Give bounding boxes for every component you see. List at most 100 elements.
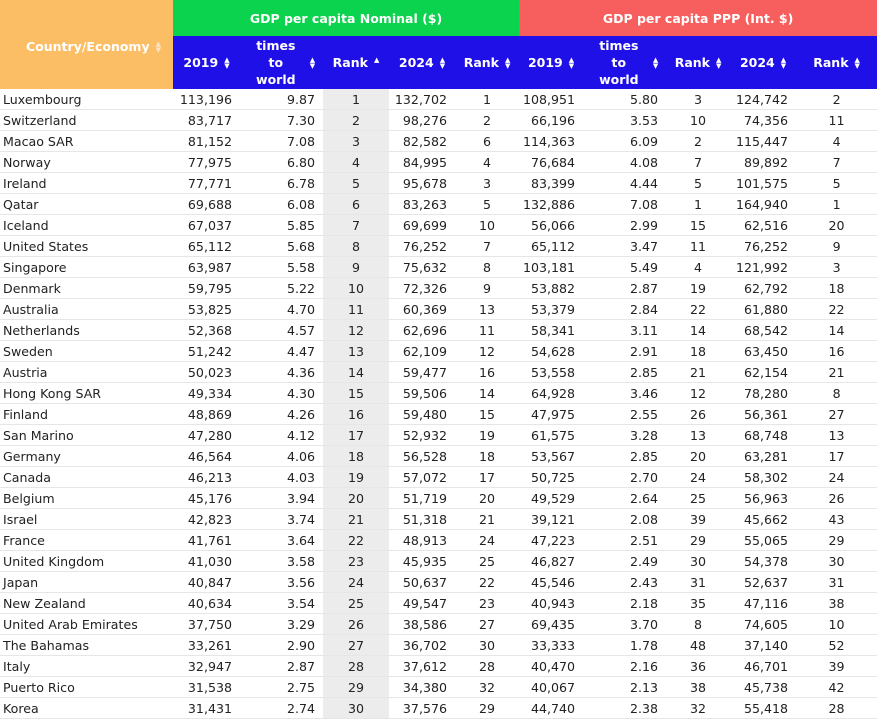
ppp-2024-cell: 62,792 bbox=[730, 277, 797, 299]
ppp-rank-2024-cell: 52 bbox=[796, 634, 877, 656]
nominal-times-to-world-cell: 3.74 bbox=[240, 508, 323, 530]
country-cell: Singapore bbox=[0, 256, 173, 278]
nominal-2019-cell: 37,750 bbox=[173, 613, 240, 635]
ppp-2019-cell: 50,725 bbox=[519, 466, 584, 488]
nominal-times-to-world-cell: 6.08 bbox=[240, 193, 323, 215]
nominal-rank-2024-cell: 11 bbox=[455, 319, 520, 341]
nominal-rank-2019-cell: 5 bbox=[323, 172, 389, 194]
ppp-rank-2019-cell: 18 bbox=[666, 340, 731, 362]
ppp-2019-cell: 65,112 bbox=[519, 235, 584, 257]
nominal-2019-cell: 77,771 bbox=[173, 172, 240, 194]
ppp-rank-2024-cell: 24 bbox=[796, 466, 877, 488]
nominal-times-to-world-cell: 4.30 bbox=[240, 382, 323, 404]
nominal-rank-2019-cell: 3 bbox=[323, 130, 389, 152]
nominal-2024-column-header[interactable]: 2024 ▲ ▼ bbox=[389, 36, 455, 89]
nominal-rank-2024-cell: 17 bbox=[455, 466, 520, 488]
nominal-2024-cell: 36,702 bbox=[389, 634, 455, 656]
nominal-rank-2019-column-header[interactable]: Rank ▲▼ bbox=[323, 36, 389, 89]
nominal-2019-cell: 46,213 bbox=[173, 466, 240, 488]
country-cell: Italy bbox=[0, 655, 173, 677]
ppp-times-to-world-cell: 2.91 bbox=[583, 340, 667, 362]
ppp-2019-cell: 40,470 bbox=[519, 655, 584, 677]
nominal-2019-cell: 41,030 bbox=[173, 550, 240, 572]
country-cell: France bbox=[0, 529, 173, 551]
ppp-rank-2024-cell: 39 bbox=[796, 655, 877, 677]
nominal-group-label: GDP per capita Nominal ($) bbox=[249, 10, 443, 26]
ppp-rank-2024-column-header[interactable]: Rank ▲ ▼ bbox=[796, 36, 877, 89]
nominal-2024-cell: 132,702 bbox=[389, 89, 455, 110]
ppp-rank-2024-cell: 14 bbox=[796, 319, 877, 341]
ppp-2024-cell: 58,302 bbox=[730, 466, 797, 488]
table-row: Iceland 67,037 5.85 7 69,699 10 56,066 2.99 15 62… bbox=[0, 214, 877, 236]
ppp-rank-2024-cell: 22 bbox=[796, 298, 877, 320]
ppp-rank-2019-cell: 31 bbox=[666, 571, 731, 593]
nominal-times-to-world-cell: 4.12 bbox=[240, 424, 323, 446]
nominal-2024-cell: 83,263 bbox=[389, 193, 455, 215]
nominal-2024-cell: 95,678 bbox=[389, 172, 455, 194]
nominal-rank-2019-cell: 25 bbox=[323, 592, 389, 614]
ppp-rank-2024-cell: 21 bbox=[796, 361, 877, 383]
nominal-rank-2019-cell: 2 bbox=[323, 109, 389, 131]
nominal-times-to-world-cell: 3.56 bbox=[240, 571, 323, 593]
ppp-times-to-world-cell: 2.70 bbox=[583, 466, 667, 488]
sort-arrows-icon: ▲ ▼ bbox=[568, 55, 575, 70]
ppp-times-to-world-column-header[interactable]: times to world ▲ ▼ bbox=[583, 36, 667, 89]
nominal-group-header: GDP per capita Nominal ($) bbox=[173, 0, 520, 36]
ppp-times-to-world-cell: 3.46 bbox=[583, 382, 667, 404]
nominal-2024-cell: 84,995 bbox=[389, 151, 455, 173]
nominal-rank-2024-cell: 14 bbox=[455, 382, 520, 404]
country-cell: New Zealand bbox=[0, 592, 173, 614]
ppp-rank-2019-column-header[interactable]: Rank ▲ ▼ bbox=[666, 36, 731, 89]
nominal-times-to-world-cell: 6.78 bbox=[240, 172, 323, 194]
country-cell: Hong Kong SAR bbox=[0, 382, 173, 404]
ppp-times-to-world-cell: 3.47 bbox=[583, 235, 667, 257]
ppp-2024-cell: 101,575 bbox=[730, 172, 797, 194]
ppp-rank-2019-cell: 48 bbox=[666, 634, 731, 656]
ppp-2024-cell: 46,701 bbox=[730, 655, 797, 677]
nominal-2019-cell: 50,023 bbox=[173, 361, 240, 383]
nominal-rank-2024-cell: 32 bbox=[455, 676, 520, 698]
ppp-2019-column-header[interactable]: 2019 ▲ ▼ bbox=[519, 36, 584, 89]
ppp-times-to-world-cell: 2.64 bbox=[583, 487, 667, 509]
ppp-rank-2019-cell: 19 bbox=[666, 277, 731, 299]
table-row: Norway 77,975 6.80 4 84,995 4 76,684 4.08 7 89,89… bbox=[0, 151, 877, 173]
ppp-rank-2024-cell: 17 bbox=[796, 445, 877, 467]
ppp-2019-cell: 40,067 bbox=[519, 676, 584, 698]
ppp-2024-column-header[interactable]: 2024 ▲ ▼ bbox=[730, 36, 797, 89]
ppp-2019-cell: 66,196 bbox=[519, 109, 584, 131]
ppp-2019-cell: 69,435 bbox=[519, 613, 584, 635]
table-row: San Marino 47,280 4.12 17 52,932 19 61,575 3.28… bbox=[0, 424, 877, 446]
nominal-rank-2019-cell: 6 bbox=[323, 193, 389, 215]
country-cell: Sweden bbox=[0, 340, 173, 362]
ppp-2024-cell: 68,542 bbox=[730, 319, 797, 341]
ppp-2019-cell: 39,121 bbox=[519, 508, 584, 530]
nominal-2019-cell: 63,987 bbox=[173, 256, 240, 278]
ppp-2019-cell: 46,827 bbox=[519, 550, 584, 572]
ppp-times-to-world-cell: 3.53 bbox=[583, 109, 667, 131]
ppp-2019-cell: 103,181 bbox=[519, 256, 584, 278]
table-row: Australia 53,825 4.70 11 60,369 13 53,379 2.84 2… bbox=[0, 298, 877, 320]
nominal-2024-cell: 62,696 bbox=[389, 319, 455, 341]
sort-arrows-icon: ▲ ▼ bbox=[854, 55, 860, 70]
nominal-times-to-world-cell: 3.64 bbox=[240, 529, 323, 551]
nominal-2024-cell: 51,719 bbox=[389, 487, 455, 509]
table-row: Macao SAR 81,152 7.08 3 82,582 6 114,363 6.09 2 1… bbox=[0, 130, 877, 152]
ppp-2024-cell: 74,356 bbox=[730, 109, 797, 131]
gdp-table: Country/Economy ▲ ▼ GDP per capita Nomina… bbox=[0, 0, 877, 719]
nominal-times-to-world-cell: 3.29 bbox=[240, 613, 323, 635]
ppp-2019-cell: 47,223 bbox=[519, 529, 584, 551]
nominal-rank-2024-column-header[interactable]: Rank ▲ ▼ bbox=[455, 36, 520, 89]
nominal-2019-column-header[interactable]: 2019 ▲ ▼ bbox=[173, 36, 240, 89]
country-column-header[interactable]: Country/Economy ▲ ▼ bbox=[0, 0, 173, 89]
ppp-rank-2024-cell: 16 bbox=[796, 340, 877, 362]
ppp-2024-cell: 68,748 bbox=[730, 424, 797, 446]
country-cell: Israel bbox=[0, 508, 173, 530]
country-cell: United Arab Emirates bbox=[0, 613, 173, 635]
nominal-times-to-world-column-header[interactable]: times to world ▲ ▼ bbox=[240, 36, 323, 89]
nominal-times-to-world-cell: 2.74 bbox=[240, 697, 323, 719]
ppp-2024-cell: 56,361 bbox=[730, 403, 797, 425]
nominal-rank-2019-cell: 16 bbox=[323, 403, 389, 425]
ppp-rank-2024-cell: 1 bbox=[796, 193, 877, 215]
ppp-rank-2024-cell: 27 bbox=[796, 403, 877, 425]
nominal-rank-2019-cell: 24 bbox=[323, 571, 389, 593]
